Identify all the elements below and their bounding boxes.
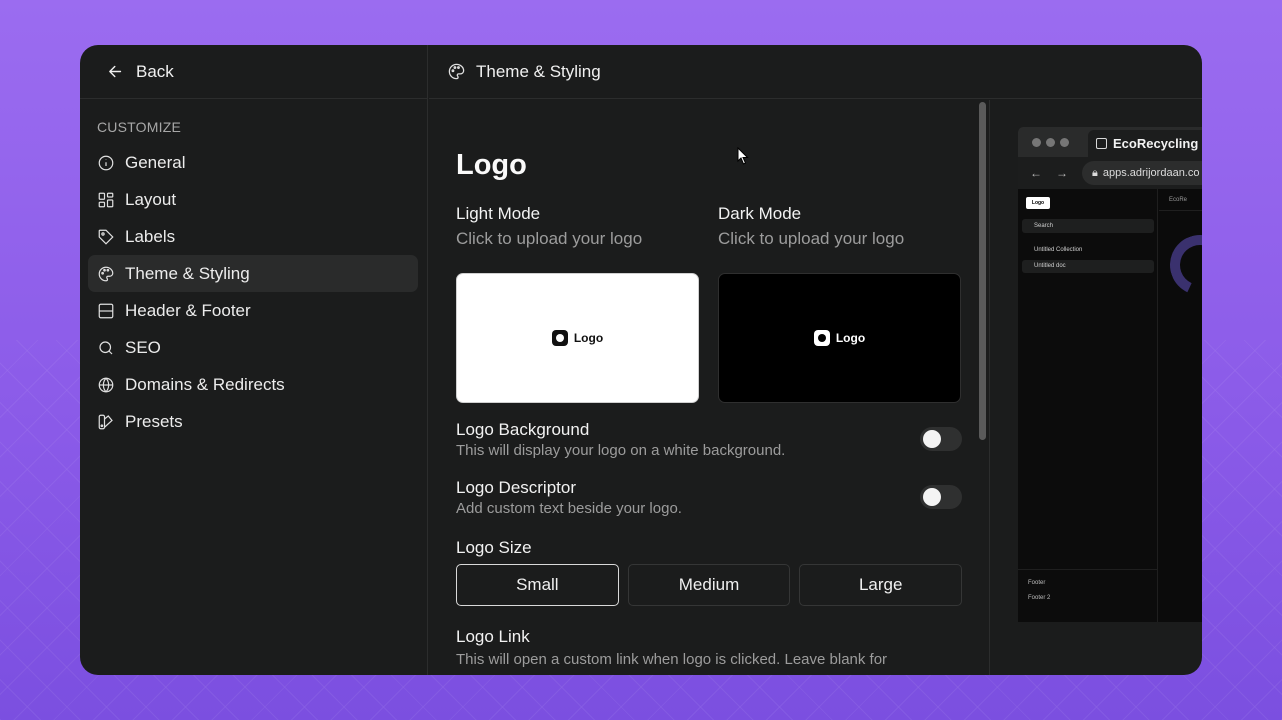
preview-sidebar: Logo Search Untitled Collection Untitled… xyxy=(1018,189,1158,622)
sidebar-item-label: Labels xyxy=(125,226,176,246)
back-label: Back xyxy=(136,61,174,81)
sidebar-item-label: Theme & Styling xyxy=(125,263,250,283)
sidebar-item-label: Header & Footer xyxy=(125,300,251,320)
browser-mockup: EcoRecycling ← → 🔒︎ apps.adrijordaan.co … xyxy=(1018,127,1202,622)
sidebar-item-label: Layout xyxy=(125,189,177,209)
sidebar: Back CUSTOMIZE General Layout Labels The… xyxy=(80,45,428,675)
back-arrow-icon: ← xyxy=(1030,166,1042,180)
browser-address-row: ← → 🔒︎ apps.adrijordaan.co xyxy=(1018,157,1202,189)
preview-footer-item: Footer xyxy=(1028,580,1046,586)
settings-panel: Logo Light Mode Click to upload your log… xyxy=(429,100,990,675)
page-title: Theme & Styling xyxy=(476,61,601,81)
logo-background-toggle[interactable] xyxy=(920,427,962,451)
light-mode-info: Light Mode Click to upload your logo xyxy=(456,204,699,249)
logo-background-description: This will display your logo on a white b… xyxy=(456,442,786,459)
sidebar-item-labels[interactable]: Labels xyxy=(88,218,418,255)
logo-link-description: This will open a custom link when logo i… xyxy=(456,651,888,668)
arrow-left-icon xyxy=(109,65,122,78)
sidebar-item-general[interactable]: General xyxy=(88,144,418,181)
forward-arrow-icon: → xyxy=(1056,166,1068,180)
size-medium-button[interactable]: Medium xyxy=(627,564,791,606)
palette-icon xyxy=(98,266,114,281)
logo-background-row: Logo Background This will display your l… xyxy=(456,420,962,459)
address-text: apps.adrijordaan.co xyxy=(1102,167,1200,179)
preview-doc: Untitled doc xyxy=(1022,260,1154,273)
preview-hero-graphic xyxy=(1161,226,1202,304)
logo-mark-icon xyxy=(813,330,830,346)
sidebar-item-header-footer[interactable]: Header & Footer xyxy=(88,292,418,329)
section-label: CUSTOMIZE xyxy=(97,119,181,135)
sidebar-item-seo[interactable]: SEO xyxy=(88,329,418,366)
sidebar-item-layout[interactable]: Layout xyxy=(88,181,418,218)
browser-titlebar: EcoRecycling xyxy=(1018,127,1202,157)
logo-size-options: Small Medium Large xyxy=(456,564,963,606)
size-small-button[interactable]: Small xyxy=(456,564,619,606)
recycle-icon xyxy=(1096,138,1107,149)
logo-descriptor-description: Add custom text beside your logo. xyxy=(456,500,682,517)
preview-footer-item: Footer 2 xyxy=(1028,595,1051,601)
dark-mode-title: Dark Mode xyxy=(718,204,802,223)
mouse-cursor-icon xyxy=(737,147,749,165)
sidebar-item-label: SEO xyxy=(125,337,161,357)
dark-logo-upload[interactable]: Logo xyxy=(718,273,961,403)
scrollbar[interactable] xyxy=(979,102,986,440)
info-icon xyxy=(98,155,114,170)
logo-descriptor-toggle[interactable] xyxy=(920,485,962,509)
sidebar-item-presets[interactable]: Presets xyxy=(88,403,418,440)
preview-collection: Untitled Collection xyxy=(1034,247,1083,253)
preview-breadcrumb: EcoRe xyxy=(1159,189,1202,211)
tag-icon xyxy=(98,229,114,245)
sidebar-item-label: Domains & Redirects xyxy=(125,374,285,394)
palette-icon xyxy=(448,63,465,80)
logo-background-title: Logo Background xyxy=(456,420,590,439)
logo-descriptor-row: Logo Descriptor Add custom text beside y… xyxy=(456,478,962,517)
sidebar-item-theme-styling[interactable]: Theme & Styling xyxy=(88,255,418,292)
back-button[interactable]: Back xyxy=(80,45,427,99)
lock-icon: 🔒︎ xyxy=(1092,166,1098,179)
swatch-icon xyxy=(98,414,113,429)
main-header: Theme & Styling xyxy=(429,45,1202,99)
preview-footer: Footer Footer 2 xyxy=(1018,569,1158,606)
preview-logo: Logo xyxy=(1026,197,1050,209)
logo-size-title: Logo Size xyxy=(456,538,532,557)
window-controls xyxy=(1032,137,1069,147)
logo-descriptor-title: Logo Descriptor xyxy=(456,478,577,497)
light-logo-upload[interactable]: Logo xyxy=(456,273,699,403)
preview-search: Search xyxy=(1022,219,1154,233)
dark-mode-subtitle: Click to upload your logo xyxy=(718,229,905,248)
logo-mark-icon xyxy=(551,330,568,346)
size-large-button[interactable]: Large xyxy=(799,564,963,606)
globe-icon xyxy=(98,376,114,393)
light-mode-title: Light Mode xyxy=(456,204,541,223)
sidebar-item-domains-redirects[interactable]: Domains & Redirects xyxy=(88,366,418,403)
live-preview: EcoRecycling ← → 🔒︎ apps.adrijordaan.co … xyxy=(991,100,1202,675)
logo-link-title: Logo Link xyxy=(456,627,530,646)
panels-icon xyxy=(98,303,114,318)
logo-preview-text: Logo xyxy=(573,331,604,345)
dark-mode-info: Dark Mode Click to upload your logo xyxy=(718,204,961,249)
settings-window: Back CUSTOMIZE General Layout Labels The… xyxy=(80,45,1202,675)
logo-preview-text: Logo xyxy=(835,331,866,345)
address-bar: 🔒︎ apps.adrijordaan.co xyxy=(1082,161,1202,185)
tab-title: EcoRecycling xyxy=(1113,136,1199,151)
search-icon xyxy=(99,340,113,354)
sidebar-nav: General Layout Labels Theme & Styling He… xyxy=(80,144,427,440)
layout-grid-icon xyxy=(98,192,114,207)
browser-tab: EcoRecycling xyxy=(1088,130,1202,157)
light-mode-subtitle: Click to upload your logo xyxy=(456,229,643,248)
section-title: Logo xyxy=(456,149,527,181)
sidebar-item-label: Presets xyxy=(125,411,183,431)
sidebar-item-label: General xyxy=(125,152,186,172)
